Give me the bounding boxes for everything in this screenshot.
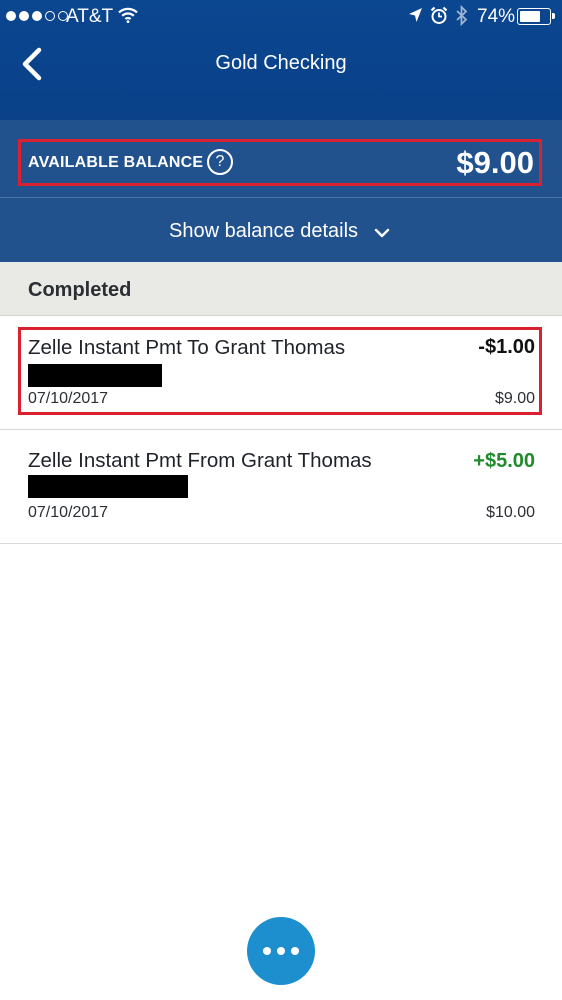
transaction-description: Zelle Instant Pmt To Grant Thomas bbox=[28, 336, 346, 359]
app-header: AT&T 74% Gold Checking bbox=[0, 0, 562, 120]
transaction-amount: -$1.00 bbox=[478, 336, 535, 358]
more-dot bbox=[263, 947, 271, 955]
bluetooth-icon bbox=[456, 5, 468, 26]
battery-tip bbox=[552, 13, 555, 19]
transaction-date: 07/10/2017 bbox=[28, 390, 109, 407]
transaction-running-balance: $9.00 bbox=[494, 390, 535, 407]
battery-percentage: 74% bbox=[477, 6, 516, 27]
available-balance-label: AVAILABLE BALANCE bbox=[28, 154, 204, 171]
signal-dot bbox=[45, 11, 55, 21]
available-balance-highlight: AVAILABLE BALANCE ? $9.00 bbox=[18, 139, 542, 186]
wifi-icon bbox=[118, 7, 138, 23]
transaction-row[interactable]: Zelle Instant Pmt To Grant Thomas -$1.00… bbox=[0, 316, 562, 430]
status-bar: AT&T 74% bbox=[0, 0, 562, 34]
battery-icon bbox=[517, 8, 555, 25]
balance-section: AVAILABLE BALANCE ? $9.00 Show balance d… bbox=[0, 120, 562, 262]
chevron-left-icon bbox=[22, 47, 42, 81]
redaction-block bbox=[28, 475, 188, 498]
transaction-date: 07/10/2017 bbox=[28, 504, 109, 521]
transaction-amount: +$5.00 bbox=[473, 450, 535, 472]
redaction-block bbox=[28, 364, 162, 387]
signal-dot bbox=[19, 11, 29, 21]
show-balance-details-button[interactable]: Show balance details bbox=[0, 198, 562, 262]
back-button[interactable] bbox=[12, 42, 56, 86]
completed-section-header: Completed bbox=[0, 262, 562, 316]
location-arrow-icon bbox=[409, 8, 422, 22]
transaction-row[interactable]: Zelle Instant Pmt From Grant Thomas +$5.… bbox=[0, 430, 562, 544]
alarm-clock-icon bbox=[430, 6, 448, 24]
section-title: Completed bbox=[28, 279, 132, 301]
more-dot bbox=[277, 947, 285, 955]
page-title: Gold Checking bbox=[215, 52, 347, 74]
signal-strength-icon bbox=[6, 11, 68, 23]
chevron-down-icon bbox=[374, 228, 390, 238]
show-balance-details-label: Show balance details bbox=[169, 220, 359, 242]
signal-dot bbox=[6, 11, 16, 21]
transaction-description: Zelle Instant Pmt From Grant Thomas bbox=[28, 449, 372, 472]
transaction-running-balance: $10.00 bbox=[486, 504, 535, 521]
more-dot bbox=[291, 947, 299, 955]
more-options-button[interactable] bbox=[247, 917, 315, 985]
battery-level bbox=[520, 11, 540, 22]
carrier-name: AT&T bbox=[66, 6, 114, 27]
signal-dot bbox=[32, 11, 42, 21]
available-balance-amount: $9.00 bbox=[456, 145, 534, 180]
transaction-description-wrap: Zelle Instant Pmt From Grant Thomas bbox=[28, 447, 448, 501]
help-icon[interactable]: ? bbox=[207, 149, 233, 175]
